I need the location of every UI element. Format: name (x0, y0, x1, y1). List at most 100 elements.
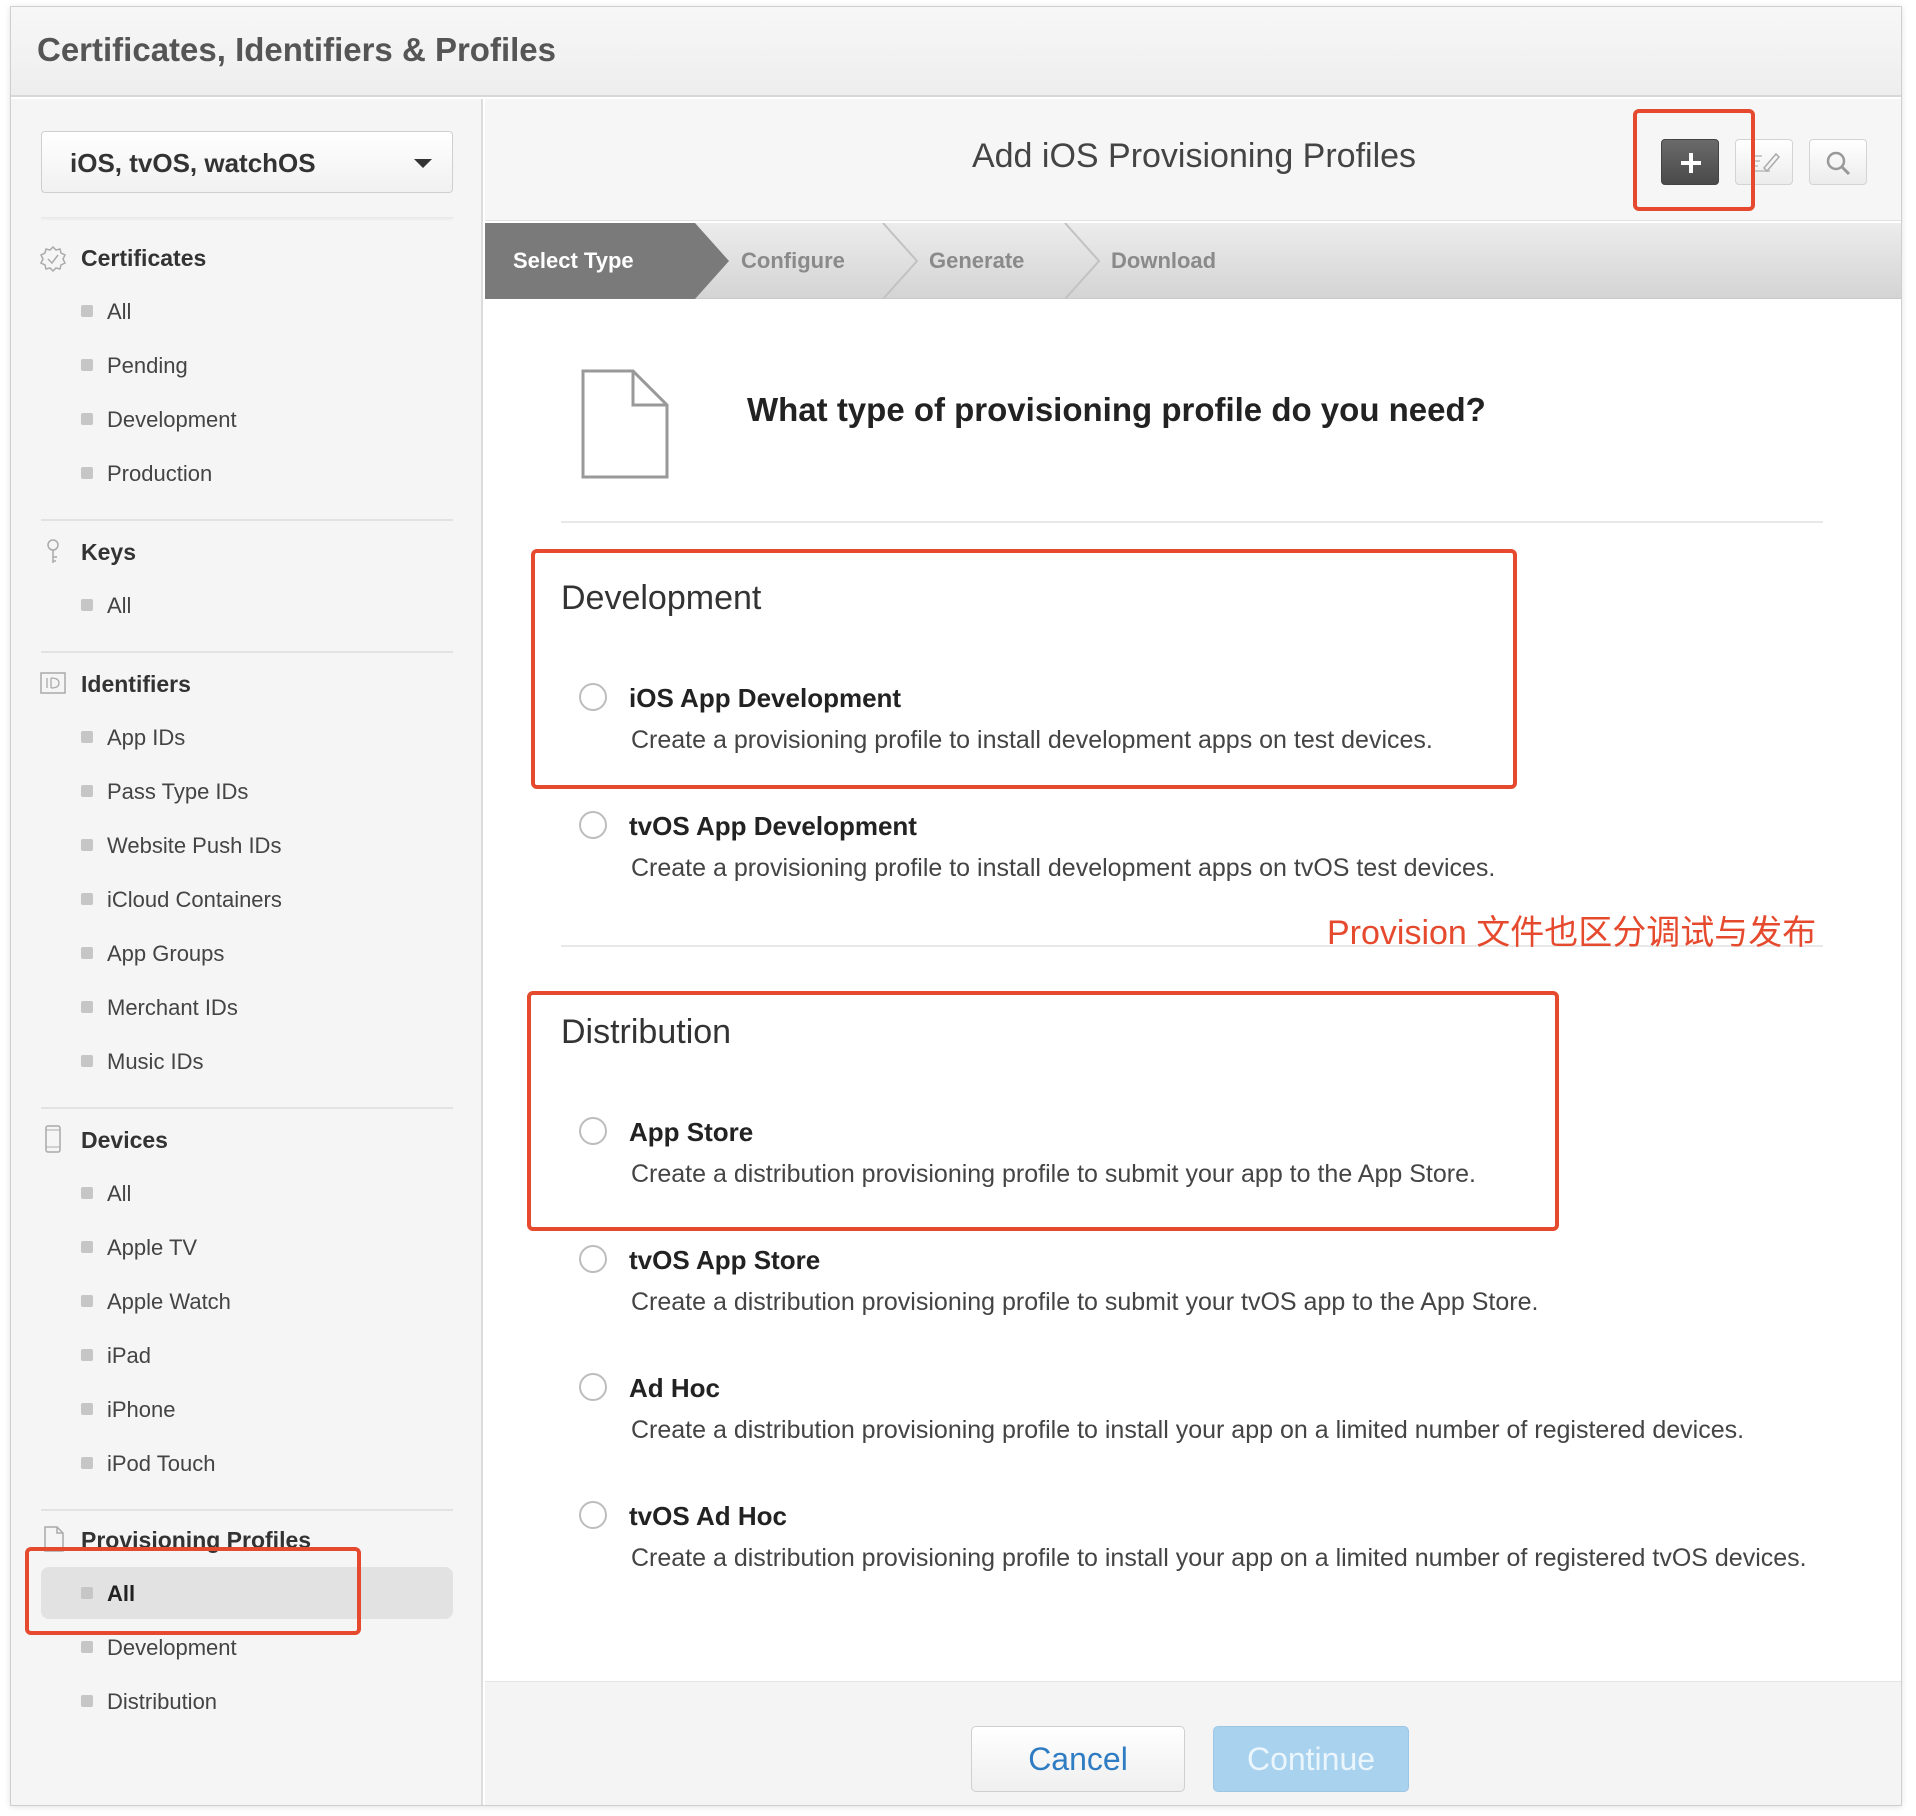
sidebar-item-label: iPod Touch (107, 1451, 216, 1476)
continue-button[interactable]: Continue (1213, 1726, 1409, 1792)
step-configure: Configure (741, 248, 845, 273)
bullet (81, 305, 93, 318)
section-keys[interactable]: Keys (81, 539, 136, 566)
sidebar-item-label: iPad (107, 1343, 152, 1368)
bullet (81, 1641, 93, 1654)
page-question: What type of provisioning profile do you… (747, 391, 1486, 428)
sidebar-divider (41, 1107, 453, 1109)
sidebar-item-label: iCloud Containers (107, 887, 282, 912)
search-button[interactable] (1809, 139, 1867, 185)
title-bar: Certificates, Identifiers & Profiles (11, 7, 1901, 97)
bullet (81, 731, 93, 744)
sidebar-item-label: Development (107, 407, 237, 432)
annotation-box-development (531, 549, 1517, 789)
sidebar-item-music-ids[interactable]: Music IDs (81, 1045, 204, 1079)
footer-bar: Cancel Continue (485, 1681, 1901, 1805)
sidebar-item-profiles-development[interactable]: Development (81, 1631, 237, 1665)
window-title: Certificates, Identifiers & Profiles (37, 31, 556, 68)
sidebar-item-website-push-ids[interactable]: Website Push IDs (81, 829, 281, 863)
bullet (81, 1295, 93, 1308)
step-arrow (695, 223, 729, 299)
bullet (81, 947, 93, 960)
option-description: Create a distribution provisioning profi… (631, 1416, 1745, 1444)
sidebar-item-label: Distribution (107, 1689, 218, 1714)
sidebar-item-label: Development (107, 1635, 237, 1660)
sidebar-item-icloud-containers[interactable]: iCloud Containers (81, 883, 282, 917)
radio-tvos-ad-hoc[interactable] (579, 1501, 607, 1529)
step-select-type: Select Type (485, 223, 695, 299)
radio-tvos-app-store[interactable] (579, 1245, 607, 1273)
search-icon (1826, 151, 1851, 176)
sidebar-item-ipod-touch[interactable]: iPod Touch (81, 1447, 215, 1481)
bullet (81, 785, 93, 798)
device-icon (45, 1125, 61, 1153)
step-generate: Generate (929, 248, 1025, 273)
content-divider (561, 521, 1823, 523)
sidebar-item-pass-type-ids[interactable]: Pass Type IDs (81, 775, 248, 809)
option-tvos-app-store[interactable]: tvOS App Store (629, 1245, 820, 1276)
section-identifiers[interactable]: Identifiers (81, 671, 191, 698)
bullet (81, 1403, 93, 1416)
annotation-box-profiles-all (25, 1547, 361, 1635)
chevron-down-icon (414, 159, 432, 168)
sidebar-item-devices-all[interactable]: All (81, 1177, 131, 1211)
option-description: Create a distribution provisioning profi… (631, 1288, 1539, 1316)
sidebar-item-keys-all[interactable]: All (81, 589, 131, 623)
sidebar-item-app-groups[interactable]: App Groups (81, 937, 224, 971)
sidebar-divider (41, 651, 453, 653)
sidebar-divider (41, 1509, 453, 1511)
sidebar-item-certificates-production[interactable]: Production (81, 457, 212, 491)
option-tvos-app-development[interactable]: tvOS App Development (629, 811, 917, 842)
sidebar-item-certificates-development[interactable]: Development (81, 403, 237, 437)
bullet (81, 1695, 93, 1708)
bullet (81, 1187, 93, 1200)
sidebar-item-apple-tv[interactable]: Apple TV (81, 1231, 197, 1265)
cancel-button[interactable]: Cancel (971, 1726, 1185, 1792)
step-separator (882, 223, 919, 299)
platform-select-value: iOS, tvOS, watchOS (70, 148, 316, 178)
radio-ad-hoc[interactable] (579, 1373, 607, 1401)
bullet (81, 467, 93, 480)
sidebar-separator (41, 217, 453, 221)
document-icon (581, 369, 669, 479)
bullet (81, 839, 93, 852)
sidebar-item-label: All (107, 299, 132, 324)
sidebar-item-label: Pending (107, 353, 188, 378)
section-devices[interactable]: Devices (81, 1127, 168, 1154)
sidebar-item-label: Apple Watch (107, 1289, 231, 1314)
sidebar-item-iphone[interactable]: iPhone (81, 1393, 176, 1427)
sidebar-item-app-ids[interactable]: App IDs (81, 721, 185, 755)
sidebar-item-label: Merchant IDs (107, 995, 238, 1020)
bullet (81, 1457, 93, 1470)
sidebar-item-apple-watch[interactable]: Apple Watch (81, 1285, 231, 1319)
bullet (81, 1001, 93, 1014)
sidebar-item-merchant-ids[interactable]: Merchant IDs (81, 991, 238, 1025)
sidebar-item-label: App IDs (107, 725, 186, 750)
sidebar-item-ipad[interactable]: iPad (81, 1339, 151, 1373)
sidebar-item-certificates-pending[interactable]: Pending (81, 349, 188, 383)
annotation-text: Provision 文件也区分调试与发布 (1327, 914, 1817, 952)
sidebar-item-label: Pass Type IDs (107, 779, 249, 804)
option-tvos-ad-hoc[interactable]: tvOS Ad Hoc (629, 1501, 787, 1532)
section-certificates[interactable]: Certificates (81, 245, 206, 272)
id-icon (40, 672, 66, 694)
progress-steps: Select Type Configure Generate Download (485, 223, 1901, 299)
annotation-box-distribution (527, 991, 1559, 1231)
bullet (81, 359, 93, 372)
platform-select[interactable]: iOS, tvOS, watchOS (41, 131, 453, 193)
bullet (81, 1241, 93, 1254)
sidebar-item-label: Website Push IDs (107, 833, 282, 858)
main-panel: Add iOS Provisioning Profiles Select Typ… (485, 99, 1901, 1805)
option-ad-hoc[interactable]: Ad Hoc (629, 1373, 720, 1404)
radio-tvos-app-development[interactable] (579, 811, 607, 839)
option-description: Create a distribution provisioning profi… (631, 1544, 1807, 1572)
sidebar-item-label: Music IDs (107, 1049, 204, 1074)
sidebar-divider (41, 519, 453, 521)
step-download: Download (1111, 248, 1217, 273)
sidebar-item-label: App Groups (107, 941, 225, 966)
certificate-icon (39, 245, 67, 273)
bullet (81, 893, 93, 906)
sidebar-item-certificates-all[interactable]: All (81, 295, 131, 329)
bullet (81, 413, 93, 426)
sidebar-item-profiles-distribution[interactable]: Distribution (81, 1685, 217, 1719)
